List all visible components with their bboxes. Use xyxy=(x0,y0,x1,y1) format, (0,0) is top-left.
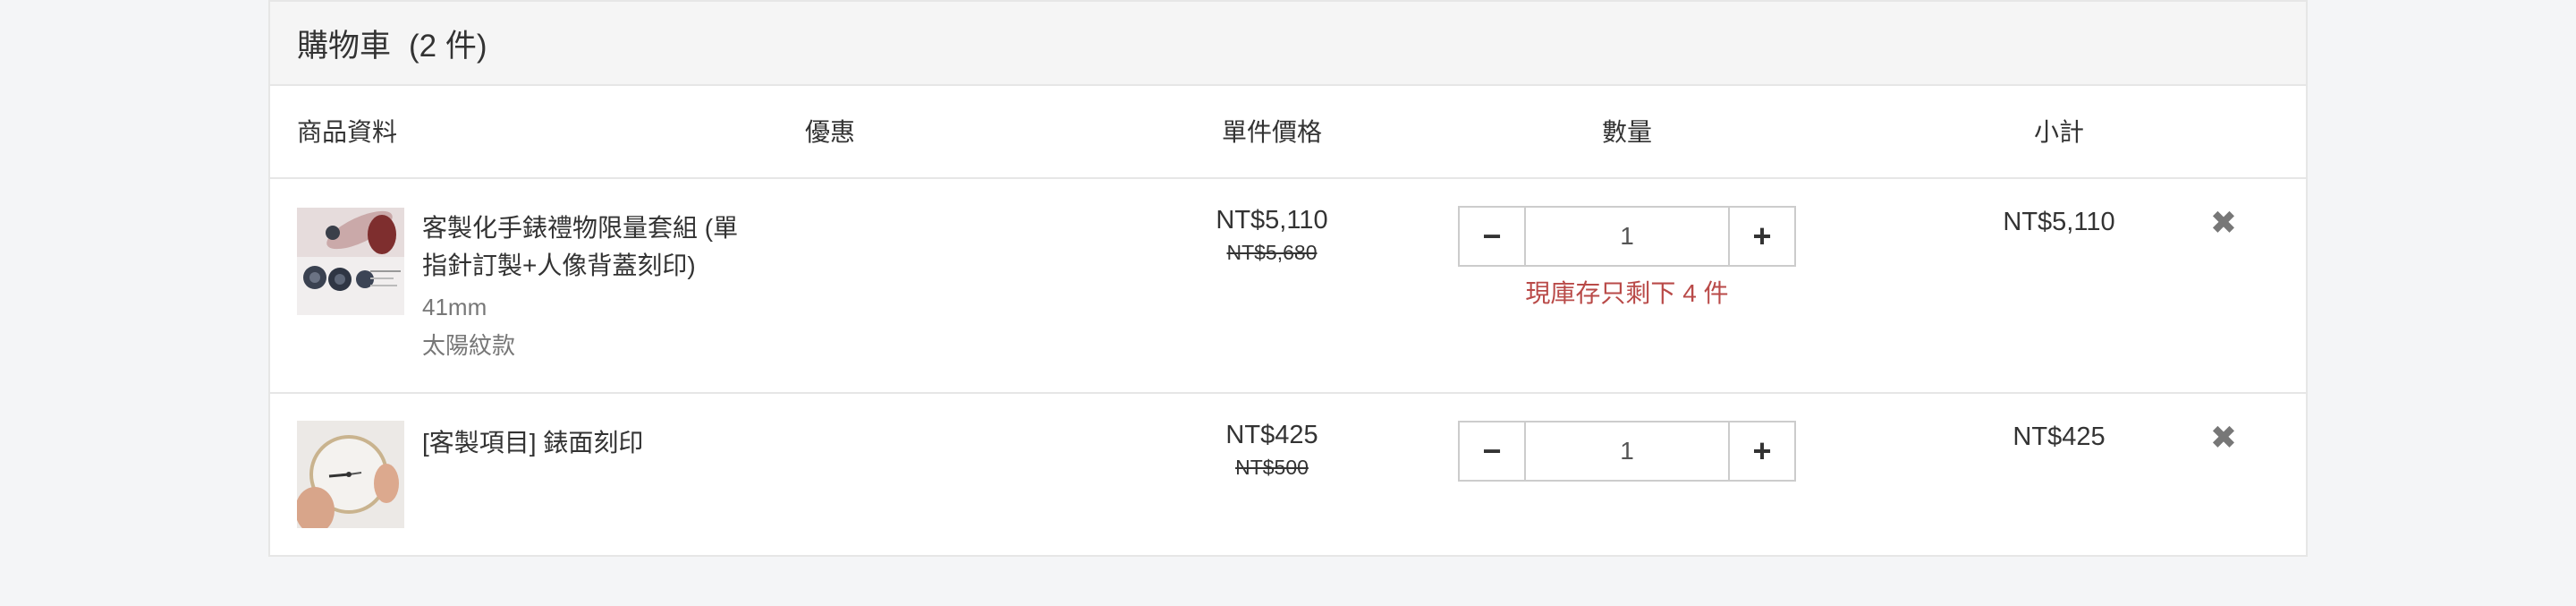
plus-icon: + xyxy=(1752,432,1772,469)
remove-item-button[interactable]: ✖ xyxy=(2206,204,2241,242)
product-name[interactable]: 客製化手錶禮物限量套組 (單指針訂製+人像背蓋刻印) xyxy=(422,209,753,285)
increase-quantity-button[interactable]: + xyxy=(1728,208,1794,265)
cart-row: [客製項目] 錶面刻印 NT$425 NT$500 − + NT$425 ✖ xyxy=(270,394,2306,555)
unit-price: NT$5,110 NT$5,680 xyxy=(1165,206,1379,265)
product-thumbnail[interactable] xyxy=(297,208,404,315)
price-current: NT$5,110 xyxy=(1216,206,1328,235)
cart-header: 購物車 (2 件) xyxy=(270,2,2306,86)
cart-panel: 購物車 (2 件) 商品資料 優惠 單件價格 數量 小計 客製化手錶禮物限量套組… xyxy=(268,0,2308,557)
minus-icon: − xyxy=(1482,218,1502,254)
column-unit-price: 單件價格 xyxy=(1221,118,1322,146)
column-product: 商品資料 xyxy=(297,118,398,146)
column-discount: 優惠 xyxy=(805,118,856,146)
cart-row: 客製化手錶禮物限量套組 (單指針訂製+人像背蓋刻印) 41mm 太陽紋款 NT$… xyxy=(270,179,2306,394)
quantity-stepper: − + xyxy=(1458,206,1796,267)
quantity-input[interactable] xyxy=(1526,208,1728,265)
column-headers: 商品資料 優惠 單件價格 數量 小計 xyxy=(270,86,2306,179)
quantity-stepper: − + xyxy=(1458,421,1796,482)
product-variant-size: 41mm xyxy=(422,294,487,320)
quantity-input[interactable] xyxy=(1526,422,1728,480)
decrease-quantity-button[interactable]: − xyxy=(1460,422,1526,480)
price-original: NT$500 xyxy=(1235,456,1309,479)
cart-item-count: (2 件) xyxy=(409,28,487,64)
price-original: NT$5,680 xyxy=(1226,241,1318,264)
cart-title: 購物車 xyxy=(297,28,392,64)
column-subtotal: 小計 xyxy=(2033,118,2084,146)
price-current: NT$425 xyxy=(1225,421,1318,449)
column-quantity: 數量 xyxy=(1601,118,1652,146)
product-variant-style: 太陽紋款 xyxy=(422,332,516,359)
close-icon: ✖ xyxy=(2209,419,2238,456)
row-subtotal: NT$425 xyxy=(2012,422,2106,451)
close-icon: ✖ xyxy=(2209,204,2238,241)
stock-warning: 現庫存只剩下 4 件 xyxy=(1525,279,1729,307)
remove-item-button[interactable]: ✖ xyxy=(2206,419,2241,457)
decrease-quantity-button[interactable]: − xyxy=(1460,208,1526,265)
unit-price: NT$425 NT$500 xyxy=(1165,421,1379,480)
product-thumbnail[interactable] xyxy=(297,421,404,528)
minus-icon: − xyxy=(1482,432,1502,469)
plus-icon: + xyxy=(1752,218,1772,254)
product-name[interactable]: [客製項目] 錶面刻印 xyxy=(422,424,753,462)
row-subtotal: NT$5,110 xyxy=(2003,208,2115,236)
increase-quantity-button[interactable]: + xyxy=(1728,422,1794,480)
